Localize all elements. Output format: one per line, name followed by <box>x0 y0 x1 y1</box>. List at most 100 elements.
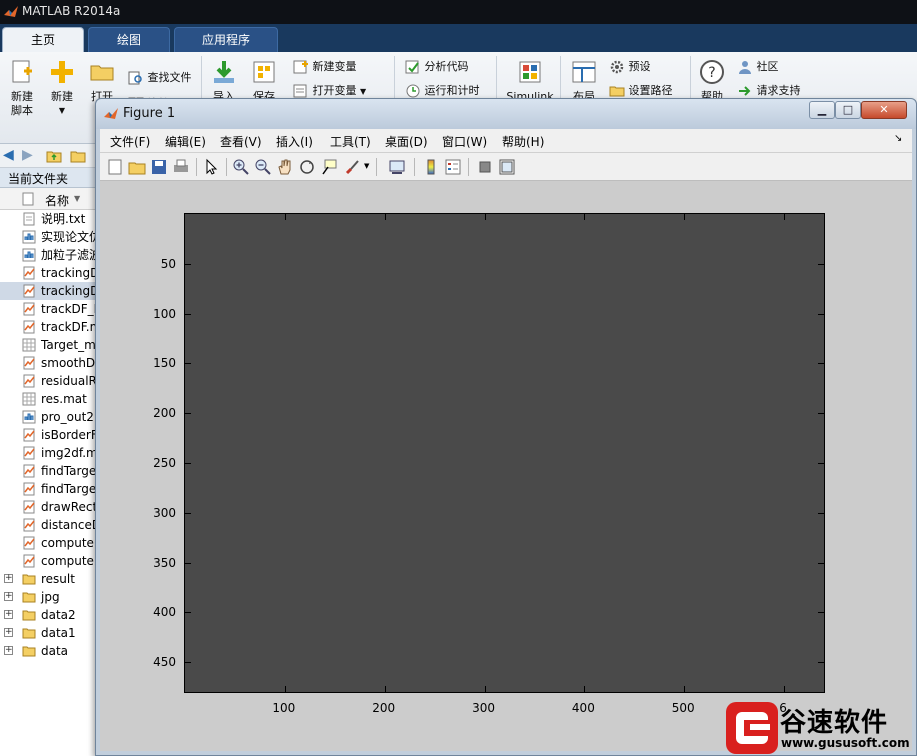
zoom-out-icon[interactable] <box>254 158 272 176</box>
pointer-icon[interactable] <box>202 158 220 176</box>
new-button[interactable]: 新建 ▼ <box>44 58 80 118</box>
preferences-button[interactable]: 预设 <box>609 58 651 75</box>
file-name: 实现论文仿 <box>41 230 98 244</box>
menu-arrow-icon[interactable]: ↘ <box>894 133 902 144</box>
brush-dropdown-icon[interactable]: ▼ <box>364 162 369 170</box>
file-name: result <box>41 572 75 586</box>
brush-icon[interactable] <box>344 158 362 176</box>
file-item[interactable]: res.mat <box>0 390 98 408</box>
new-figure-icon[interactable] <box>106 158 124 176</box>
file-item[interactable]: 说明.txt <box>0 210 98 228</box>
file-item[interactable]: trackDF.m <box>0 318 98 336</box>
legend-icon[interactable] <box>444 158 462 176</box>
expand-icon[interactable]: + <box>4 574 13 583</box>
file-item[interactable]: residualR <box>0 372 98 390</box>
file-name: trackingD <box>41 266 98 280</box>
file-item[interactable]: trackingD <box>0 264 98 282</box>
zoom-in-icon[interactable] <box>232 158 250 176</box>
print-icon[interactable] <box>172 158 190 176</box>
file-item[interactable]: Target_m <box>0 336 98 354</box>
minimize-button[interactable]: ▁ <box>809 101 835 119</box>
m-file-icon <box>22 266 36 280</box>
folder-item[interactable]: + result <box>0 570 98 588</box>
file-list-header[interactable]: 名称 ▼ <box>0 188 98 210</box>
file-item[interactable]: 加粒子滤波 <box>0 246 98 264</box>
new-script-button[interactable]: 新建 脚本 <box>4 58 40 118</box>
folder-item[interactable]: + jpg <box>0 588 98 606</box>
file-item[interactable]: drawRect <box>0 498 98 516</box>
folder-item[interactable]: + data <box>0 642 98 660</box>
file-name: 说明.txt <box>41 212 86 226</box>
file-item[interactable]: trackDF_F <box>0 300 98 318</box>
menu-help[interactable]: 帮助(H) <box>502 133 544 150</box>
up-folder-icon[interactable] <box>46 148 62 164</box>
folder-item[interactable]: + data2 <box>0 606 98 624</box>
menu-edit[interactable]: 编辑(E) <box>165 133 206 150</box>
file-column-icon <box>22 192 34 206</box>
tab-plots[interactable]: 绘图 <box>88 27 170 52</box>
find-files-button[interactable]: 查找文件 <box>128 69 192 86</box>
figure-title: Figure 1 <box>123 106 176 121</box>
set-path-button[interactable]: 设置路径 <box>609 82 673 99</box>
menu-desktop[interactable]: 桌面(D) <box>385 133 428 150</box>
menu-insert[interactable]: 插入(I) <box>276 133 313 150</box>
file-name: pro_out2 <box>41 410 94 424</box>
maximize-button[interactable]: □ <box>835 101 861 119</box>
open-variable-button[interactable]: 打开变量 ▼ <box>293 82 366 99</box>
analyze-code-label: 分析代码 <box>424 60 469 73</box>
expand-icon[interactable]: + <box>4 592 13 601</box>
x-tick-mark <box>284 686 286 692</box>
m-file-icon <box>22 500 36 514</box>
chevron-down-icon: ▼ <box>58 106 66 115</box>
file-item[interactable]: 实现论文仿 <box>0 228 98 246</box>
save-icon[interactable] <box>150 158 168 176</box>
hide-plot-tools-icon[interactable] <box>476 158 494 176</box>
tab-apps[interactable]: 应用程序 <box>174 27 278 52</box>
image-axes[interactable] <box>184 213 825 693</box>
file-list[interactable]: 说明.txt 实现论文仿 加粒子滤波 trackingD trackingD trackD… <box>0 210 98 756</box>
pan-hand-icon[interactable] <box>276 158 294 176</box>
m-file-icon <box>22 428 36 442</box>
file-item[interactable]: img2df.m <box>0 444 98 462</box>
close-button[interactable]: ✕ <box>861 101 907 119</box>
tab-home[interactable]: 主页 <box>2 27 84 52</box>
open-file-icon[interactable] <box>128 158 146 176</box>
m-file-icon <box>22 482 36 496</box>
new-variable-button[interactable]: 新建变量 <box>293 58 357 75</box>
file-item[interactable]: isBorderF <box>0 426 98 444</box>
run-and-time-button[interactable]: 运行和计时 <box>405 82 480 99</box>
app-title: MATLAB R2014a <box>22 4 121 18</box>
back-arrow-icon[interactable]: ◀ <box>3 147 14 163</box>
x-tick-mark <box>784 686 786 692</box>
file-item[interactable]: pro_out2 <box>0 408 98 426</box>
request-support-button[interactable]: 请求支持 <box>737 82 801 99</box>
menu-view[interactable]: 查看(V) <box>220 133 262 150</box>
community-button[interactable]: 社区 <box>737 58 779 75</box>
show-plot-tools-icon[interactable] <box>498 158 516 176</box>
menu-file[interactable]: 文件(F) <box>110 133 150 150</box>
file-item[interactable]: trackingD <box>0 282 98 300</box>
file-item[interactable]: findTarge <box>0 462 98 480</box>
browse-folder-icon[interactable] <box>70 148 86 164</box>
link-plot-icon[interactable] <box>388 158 406 176</box>
folder-item[interactable]: + data1 <box>0 624 98 642</box>
y-tick-mark <box>185 363 191 365</box>
menu-window[interactable]: 窗口(W) <box>442 133 487 150</box>
file-item[interactable]: distanceD <box>0 516 98 534</box>
forward-arrow-icon[interactable]: ▶ <box>22 147 33 163</box>
x-tick-mark <box>384 686 386 692</box>
analyze-code-button[interactable]: 分析代码 <box>405 58 469 75</box>
data-cursor-icon[interactable] <box>320 158 338 176</box>
expand-icon[interactable]: + <box>4 646 13 655</box>
menu-tools[interactable]: 工具(T) <box>330 133 371 150</box>
new-label: 新建 <box>51 90 73 103</box>
rotate-3d-icon[interactable] <box>298 158 316 176</box>
file-item[interactable]: compute <box>0 534 98 552</box>
expand-icon[interactable]: + <box>4 610 13 619</box>
figure-titlebar[interactable]: Figure 1 ▁ □ ✕ <box>96 99 916 129</box>
file-item[interactable]: smoothD <box>0 354 98 372</box>
file-item[interactable]: findTarge <box>0 480 98 498</box>
colorbar-icon[interactable] <box>422 158 440 176</box>
file-item[interactable]: compute <box>0 552 98 570</box>
expand-icon[interactable]: + <box>4 628 13 637</box>
